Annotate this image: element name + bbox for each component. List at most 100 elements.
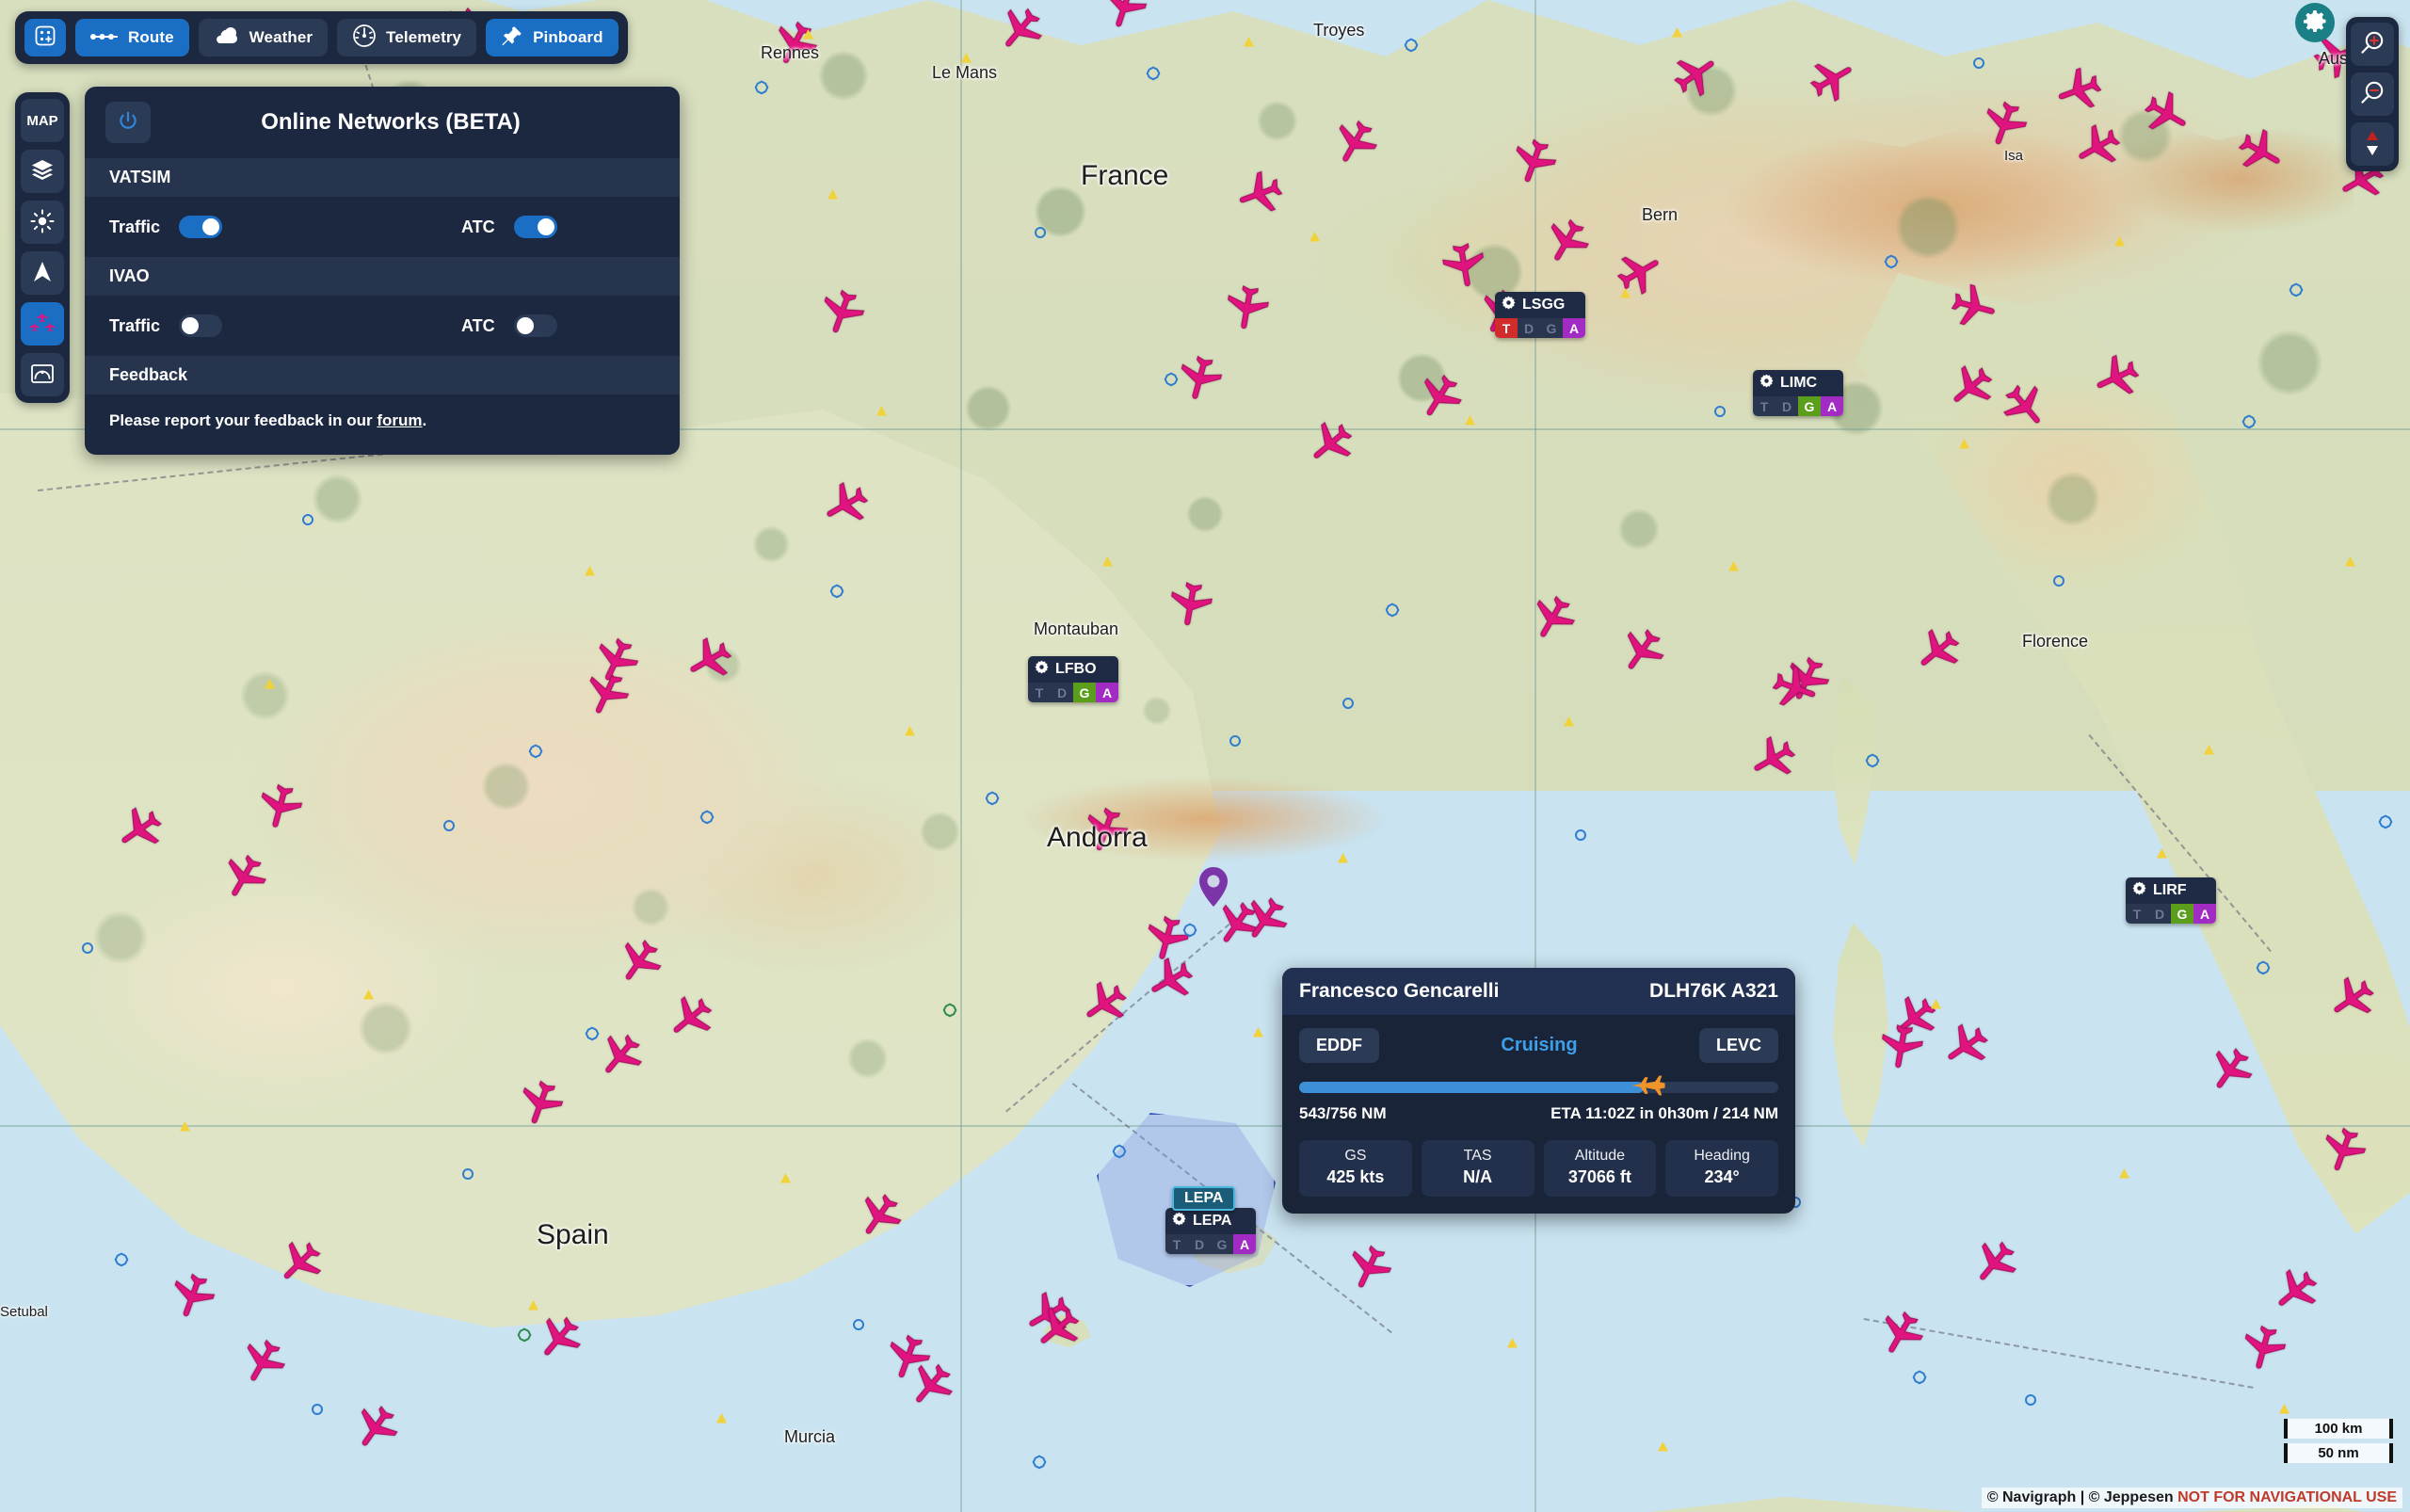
- service-d: D: [1518, 318, 1540, 338]
- ivao-toggle-row: Traffic ATC: [85, 296, 680, 356]
- service-g: G: [2171, 904, 2193, 924]
- airport-badge-header: LFBO: [1028, 656, 1118, 683]
- airport-badge-header: LSGG: [1495, 292, 1585, 318]
- rail-map-button[interactable]: MAP: [21, 99, 64, 142]
- departure-airport-button[interactable]: EDDF: [1299, 1028, 1379, 1063]
- airport-badge-lepa[interactable]: LEPA T D G A: [1165, 1208, 1256, 1254]
- airport-badge-limc[interactable]: LIMC T D G A: [1753, 370, 1843, 416]
- rail-terrain-button[interactable]: [21, 353, 64, 396]
- service-d: D: [1775, 396, 1798, 416]
- rail-brightness-button[interactable]: [21, 201, 64, 244]
- tab-weather[interactable]: Weather: [198, 19, 329, 56]
- tab-pinboard[interactable]: Pinboard: [486, 19, 619, 56]
- stat-tas-key: TAS: [1463, 1148, 1492, 1164]
- rail-traffic-button[interactable]: [21, 302, 64, 346]
- cloud-icon: [214, 26, 240, 50]
- airport-services: TDGA: [2126, 904, 2216, 924]
- flight-meta-row: 543/756 NM ETA 11:02Z in 0h30m / 214 NM: [1299, 1104, 1778, 1123]
- airport-icon: [1172, 1212, 1186, 1231]
- ivao-atc-cell: ATC: [382, 314, 655, 337]
- arrival-airport-button[interactable]: LEVC: [1698, 1028, 1778, 1063]
- feedback-forum-link[interactable]: forum: [377, 411, 422, 429]
- service-t: T: [1165, 1234, 1188, 1254]
- stat-heading-value: 234°: [1704, 1167, 1740, 1186]
- route-icon: [90, 28, 119, 47]
- zoom-out-button[interactable]: [2351, 72, 2394, 116]
- airport-badge-lfbo[interactable]: LFBO T D G A: [1028, 656, 1118, 702]
- networks-power-button[interactable]: [105, 102, 151, 143]
- left-tool-rail: MAP: [15, 92, 70, 403]
- pin-icon: [501, 24, 523, 52]
- airport-services: TDGA: [1495, 318, 1585, 338]
- flight-status: Cruising: [1501, 1035, 1578, 1055]
- tab-route-label: Route: [128, 28, 174, 46]
- vatsim-atc-cell: ATC: [382, 216, 655, 238]
- toggle-knob: [202, 218, 220, 235]
- service-a: A: [1563, 318, 1585, 338]
- map-scalebar: 100 km 50 nm: [2284, 1419, 2393, 1463]
- airport-badge-lirf[interactable]: LIRF T D G A: [2126, 877, 2216, 924]
- flight-progress-fill: [1299, 1082, 1645, 1093]
- rail-layers-button[interactable]: [21, 150, 64, 193]
- tab-weather-label: Weather: [249, 28, 313, 46]
- rail-follow-button[interactable]: [21, 251, 64, 295]
- airport-icon: [1502, 296, 1516, 314]
- tab-telemetry[interactable]: Telemetry: [337, 19, 477, 56]
- service-a: A: [1233, 1234, 1256, 1254]
- tab-route[interactable]: Route: [75, 19, 189, 56]
- compass-button[interactable]: [2351, 122, 2394, 166]
- settings-gear-button[interactable]: [2295, 3, 2335, 42]
- airport-badge-lsgg[interactable]: LSGG T D G A: [1495, 292, 1585, 338]
- tab-telemetry-label: Telemetry: [386, 28, 462, 46]
- ivao-traffic-toggle[interactable]: [179, 314, 223, 337]
- eta-info: ETA 11:02Z in 0h30m / 214 NM: [1550, 1104, 1778, 1122]
- zoom-in-button[interactable]: [2351, 23, 2394, 66]
- power-icon: [117, 110, 139, 136]
- stat-tas-value: N/A: [1463, 1167, 1493, 1186]
- networks-panel-title: Online Networks (BETA): [261, 109, 521, 135]
- stat-heading-key: Heading: [1694, 1148, 1750, 1164]
- ivao-atc-toggle[interactable]: [513, 314, 557, 337]
- airport-services: TDGA: [1753, 396, 1843, 416]
- service-d: D: [1188, 1234, 1211, 1254]
- scalebar-km: 100 km: [2284, 1419, 2393, 1439]
- service-t: T: [1495, 318, 1518, 338]
- toggle-knob: [182, 317, 200, 334]
- ivao-traffic-label: Traffic: [109, 315, 161, 335]
- vatsim-atc-label: ATC: [461, 217, 495, 236]
- airport-badge-header: LIMC: [1753, 370, 1843, 396]
- stat-altitude: Altitude 37066 ft: [1543, 1140, 1657, 1197]
- networks-panel-header: Online Networks (BETA): [85, 87, 680, 158]
- flight-card-header: Francesco Gencarelli DLH76K A321: [1282, 968, 1795, 1015]
- pinned-location-marker[interactable]: [1197, 866, 1229, 912]
- service-g: G: [1073, 683, 1096, 702]
- map-attribution: © Navigraph | © Jeppesen NOT FOR NAVIGAT…: [1981, 1488, 2402, 1508]
- service-d: D: [1051, 683, 1073, 702]
- airport-badge-header: LIRF: [2126, 877, 2216, 904]
- atc-sector-tag-lepa[interactable]: LEPA: [1172, 1186, 1236, 1211]
- vatsim-toggle-row: Traffic ATC: [85, 197, 680, 257]
- vatsim-traffic-toggle[interactable]: [179, 216, 223, 238]
- airport-services: TDGA: [1165, 1234, 1256, 1254]
- toggle-knob: [516, 317, 534, 334]
- airport-icon: [1759, 374, 1774, 393]
- vatsim-atc-toggle[interactable]: [513, 216, 557, 238]
- airport-badge-header: LEPA: [1165, 1208, 1256, 1234]
- rail-map-label: MAP: [26, 112, 58, 129]
- service-a: A: [2193, 904, 2216, 924]
- terrain-icon: [30, 362, 55, 389]
- service-g: G: [1211, 1234, 1233, 1254]
- airport-code: LIMC: [1780, 375, 1818, 391]
- stat-altitude-value: 37066 ft: [1567, 1167, 1631, 1186]
- add-panel-button[interactable]: [24, 19, 66, 56]
- vatsim-traffic-cell: Traffic: [109, 216, 382, 238]
- airport-code: LSGG: [1522, 297, 1566, 313]
- service-d: D: [2148, 904, 2171, 924]
- airport-code: LIRF: [2153, 882, 2187, 898]
- airport-code: LEPA: [1193, 1213, 1232, 1229]
- feedback-text-before: Please report your feedback in our: [109, 411, 378, 429]
- stat-heading: Heading 234°: [1665, 1140, 1778, 1197]
- vatsim-traffic-label: Traffic: [109, 217, 161, 236]
- flight-stats-row: GS 425 kts TAS N/A Altitude 37066 ft Hea…: [1299, 1140, 1778, 1197]
- section-heading-vatsim: VATSIM: [85, 158, 680, 197]
